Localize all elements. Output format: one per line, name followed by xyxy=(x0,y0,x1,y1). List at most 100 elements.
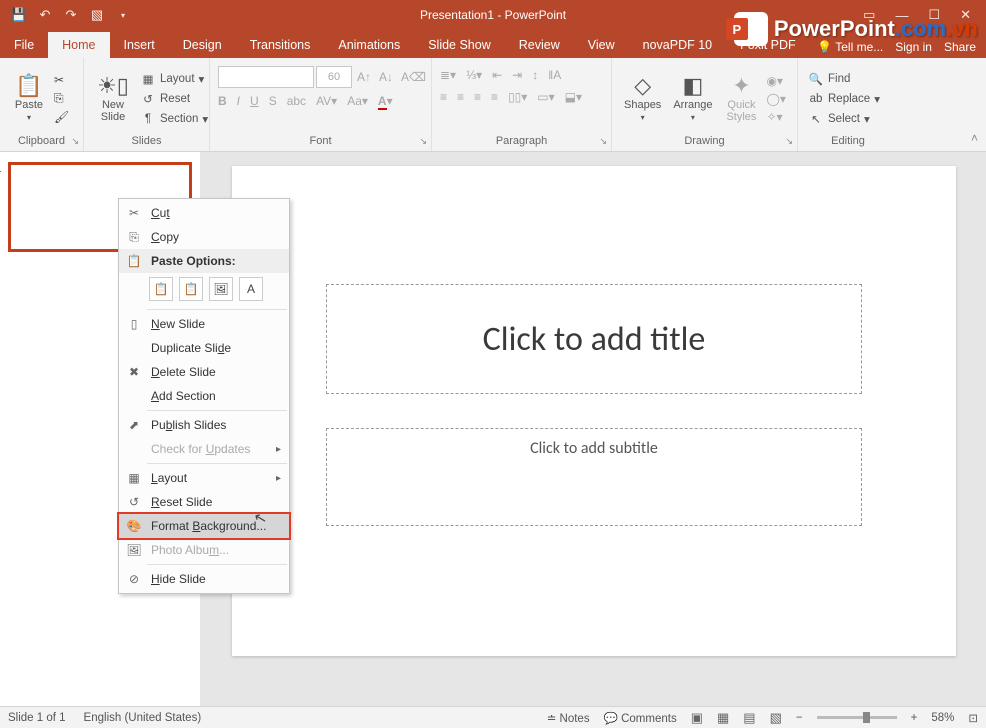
slide-canvas[interactable]: Click to add title Click to add subtitle xyxy=(200,152,986,706)
reset-button[interactable]: ↺Reset xyxy=(138,91,210,107)
justify-icon[interactable]: ≡ xyxy=(491,90,498,104)
decrease-font-icon[interactable]: A↓ xyxy=(376,70,396,84)
watermark-logo: P PowerPoint.com.vn xyxy=(734,0,986,58)
line-spacing-icon[interactable]: ↕ xyxy=(532,68,538,82)
clipboard-dialog-icon[interactable]: ↘ xyxy=(71,136,79,147)
paste-keep-source-icon[interactable]: 📋 xyxy=(179,277,203,301)
font-family-combo[interactable] xyxy=(218,66,314,88)
change-case-icon[interactable]: Aa▾ xyxy=(347,94,368,108)
cut-icon[interactable]: ✂ xyxy=(54,73,69,87)
quick-styles-button[interactable]: ✦Quick Styles xyxy=(720,62,762,135)
tab-file[interactable]: File xyxy=(0,32,48,58)
ctx-paste-options: 📋 📋 🖼 A xyxy=(119,273,289,307)
align-center-icon[interactable]: ≡ xyxy=(457,90,464,104)
notes-button[interactable]: ≐ Notes xyxy=(547,711,590,725)
columns-icon[interactable]: ▯▯▾ xyxy=(508,90,527,104)
format-painter-icon[interactable]: 🖌 xyxy=(54,110,69,124)
zoom-out-icon[interactable]: − xyxy=(796,712,803,724)
normal-view-icon[interactable]: ▣ xyxy=(691,710,703,726)
reading-view-icon[interactable]: ▤ xyxy=(743,710,755,726)
start-from-beginning-icon[interactable]: ▧ xyxy=(88,7,106,23)
align-right-icon[interactable]: ≡ xyxy=(474,90,481,104)
tab-review[interactable]: Review xyxy=(505,32,574,58)
ctx-cut[interactable]: ✂Cut xyxy=(119,201,289,225)
paste-text-icon[interactable]: A xyxy=(239,277,263,301)
section-button[interactable]: ¶Section ▾ xyxy=(138,111,210,127)
align-text-icon[interactable]: ▭▾ xyxy=(537,90,554,104)
smartart-icon[interactable]: ⬓▾ xyxy=(565,90,582,104)
ctx-hide-slide[interactable]: ⊘Hide Slide xyxy=(119,567,289,591)
ctx-publish-slides[interactable]: ⬈Publish Slides xyxy=(119,413,289,437)
replace-button[interactable]: abReplace ▾ xyxy=(806,91,882,107)
undo-icon[interactable]: ↶ xyxy=(36,7,54,23)
tab-view[interactable]: View xyxy=(574,32,629,58)
ctx-copy[interactable]: ⎘Copy xyxy=(119,225,289,249)
zoom-slider[interactable] xyxy=(817,716,897,719)
tab-slideshow[interactable]: Slide Show xyxy=(414,32,505,58)
indent-dec-icon[interactable]: ⇤ xyxy=(492,68,502,82)
spacing-icon[interactable]: AV▾ xyxy=(316,94,337,108)
shape-fill-icon[interactable]: ◉▾ xyxy=(766,74,785,88)
arrange-button[interactable]: ◧Arrange▾ xyxy=(669,62,716,135)
text-direction-icon[interactable]: ‖A xyxy=(548,68,561,82)
sorter-view-icon[interactable]: ▦ xyxy=(717,710,729,726)
bullets-icon[interactable]: ≣▾ xyxy=(440,68,456,82)
fit-window-icon[interactable]: ⊡ xyxy=(968,711,978,725)
subtitle-placeholder[interactable]: Click to add subtitle xyxy=(326,428,862,526)
ctx-layout[interactable]: ▦Layout▸ xyxy=(119,466,289,490)
slide[interactable]: Click to add title Click to add subtitle xyxy=(232,166,956,656)
tab-design[interactable]: Design xyxy=(169,32,236,58)
qat-customize-icon[interactable]: ▾ xyxy=(114,11,132,20)
layout-icon: ▦ xyxy=(125,471,143,485)
tab-insert[interactable]: Insert xyxy=(110,32,169,58)
title-placeholder[interactable]: Click to add title xyxy=(326,284,862,394)
ctx-delete-slide[interactable]: ✖Delete Slide xyxy=(119,360,289,384)
indent-inc-icon[interactable]: ⇥ xyxy=(512,68,522,82)
copy-icon[interactable]: ⎘ xyxy=(54,91,69,106)
layout-button[interactable]: ▦Layout ▾ xyxy=(138,71,210,87)
redo-icon[interactable]: ↷ xyxy=(62,7,80,23)
group-clipboard: 📋 Paste ▾ ✂ ⎘ 🖌 Clipboard↘ xyxy=(0,58,84,151)
zoom-in-icon[interactable]: + xyxy=(911,712,918,724)
underline-icon[interactable]: U xyxy=(250,94,259,108)
ctx-new-slide[interactable]: ▯New Slide xyxy=(119,312,289,336)
align-left-icon[interactable]: ≡ xyxy=(440,90,447,104)
paste-dest-theme-icon[interactable]: 📋 xyxy=(149,277,173,301)
strike-icon[interactable]: abc xyxy=(287,94,306,108)
numbering-icon[interactable]: ⅓▾ xyxy=(466,68,482,82)
tab-animations[interactable]: Animations xyxy=(324,32,414,58)
ctx-paste-options-header: 📋Paste Options: xyxy=(119,249,289,273)
tab-home[interactable]: Home xyxy=(48,32,109,58)
language-indicator[interactable]: English (United States) xyxy=(84,712,202,724)
new-slide-button[interactable]: ☀▯ New Slide xyxy=(92,62,134,135)
paragraph-dialog-icon[interactable]: ↘ xyxy=(599,136,607,147)
ctx-add-section[interactable]: Add Section xyxy=(119,384,289,408)
italic-icon[interactable]: I xyxy=(237,94,240,108)
find-button[interactable]: 🔍Find xyxy=(806,71,882,87)
increase-font-icon[interactable]: A↑ xyxy=(354,70,374,84)
shadow-icon[interactable]: S xyxy=(269,94,277,108)
reset-icon: ↺ xyxy=(125,495,143,509)
save-icon[interactable]: 💾 xyxy=(10,7,28,23)
paste-picture-icon[interactable]: 🖼 xyxy=(209,277,233,301)
zoom-level[interactable]: 58% xyxy=(931,712,954,724)
slide-indicator[interactable]: Slide 1 of 1 xyxy=(8,712,66,724)
group-font: 60 A↑ A↓ A⌫ B I U S abc AV▾ Aa▾ A▾ Font↘ xyxy=(210,58,432,151)
shapes-button[interactable]: ◇Shapes▾ xyxy=(620,62,665,135)
tab-transitions[interactable]: Transitions xyxy=(236,32,325,58)
paste-button[interactable]: 📋 Paste ▾ xyxy=(8,62,50,135)
drawing-dialog-icon[interactable]: ↘ xyxy=(785,136,793,147)
tab-novapdf[interactable]: novaPDF 10 xyxy=(629,32,726,58)
select-button[interactable]: ↖Select ▾ xyxy=(806,111,882,127)
shape-outline-icon[interactable]: ◯▾ xyxy=(766,92,785,106)
ctx-duplicate-slide[interactable]: Duplicate Slide xyxy=(119,336,289,360)
slideshow-view-icon[interactable]: ▧ xyxy=(770,710,782,726)
font-size-combo[interactable]: 60 xyxy=(316,66,352,88)
clear-format-icon[interactable]: A⌫ xyxy=(398,70,429,84)
collapse-ribbon-icon[interactable]: ˄ xyxy=(971,131,978,145)
shape-effects-icon[interactable]: ✧▾ xyxy=(766,110,785,124)
comments-button[interactable]: 💬 Comments xyxy=(604,711,677,725)
font-dialog-icon[interactable]: ↘ xyxy=(419,136,427,147)
bold-icon[interactable]: B xyxy=(218,94,227,108)
font-color-icon[interactable]: A▾ xyxy=(378,94,393,108)
